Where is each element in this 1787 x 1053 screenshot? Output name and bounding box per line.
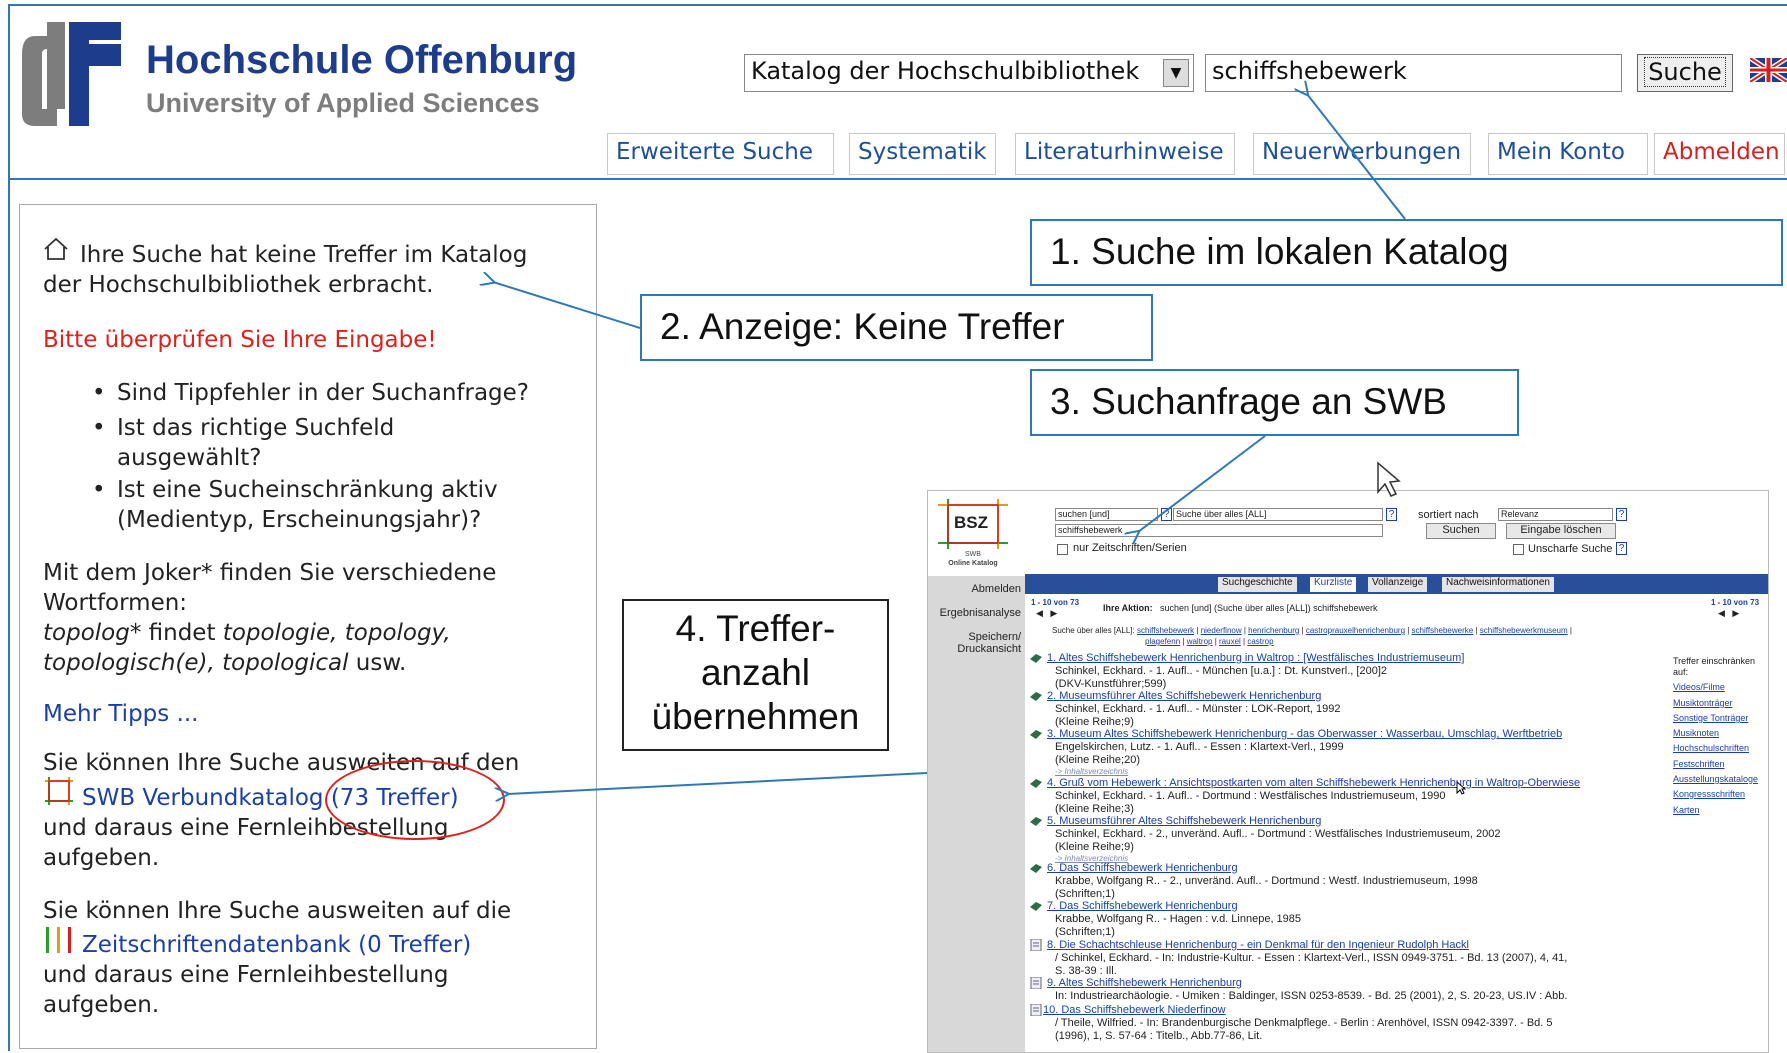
arrow-to-swb-query (1138, 435, 1266, 532)
cursor-icon (1377, 461, 1401, 497)
arrow-to-no-hits (493, 282, 641, 329)
arrow-to-hit-count (507, 772, 928, 794)
arrow-to-search-input (1307, 94, 1406, 220)
callout-arrows (0, 0, 1406, 1051)
